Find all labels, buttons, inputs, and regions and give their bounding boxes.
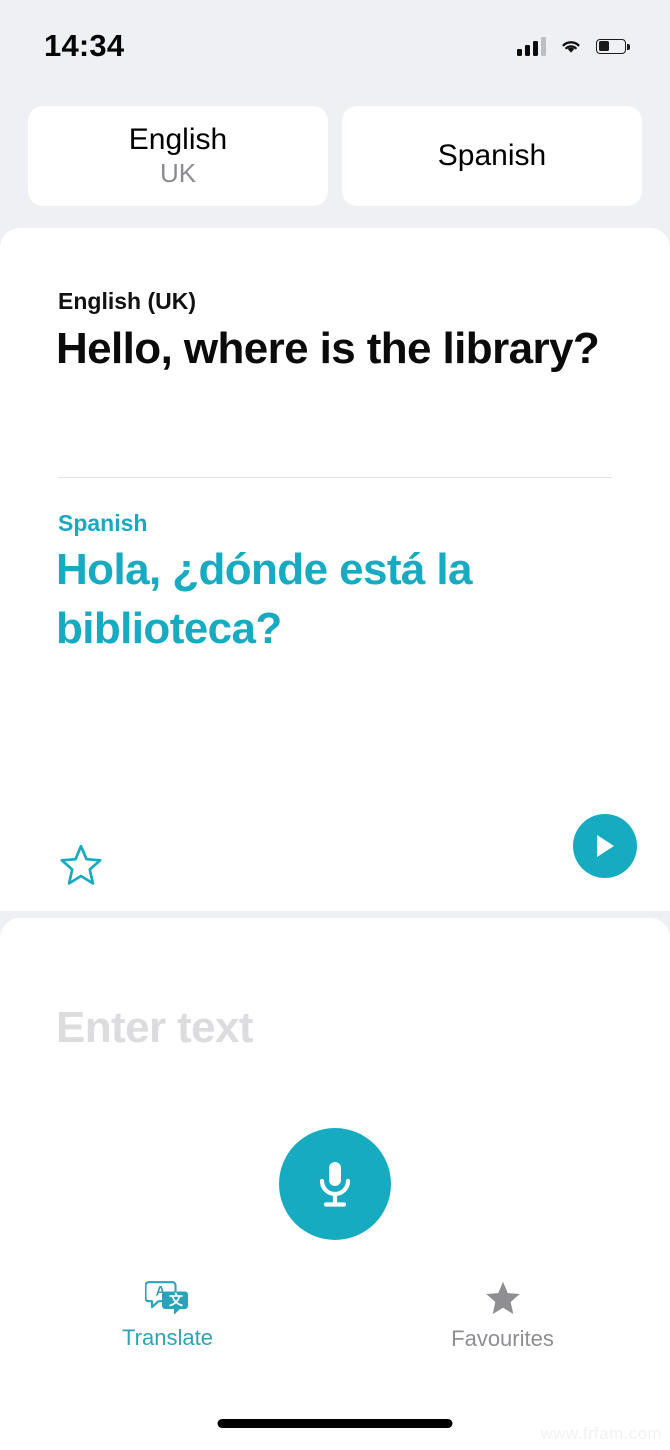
star-filled-icon bbox=[485, 1281, 520, 1315]
translate-bubbles-icon: A 文 bbox=[144, 1281, 188, 1315]
svg-text:文: 文 bbox=[169, 1292, 184, 1308]
home-indicator[interactable] bbox=[217, 1419, 453, 1428]
microphone-icon bbox=[319, 1162, 351, 1207]
source-language-region: UK bbox=[159, 157, 197, 188]
phone-screen: 14:34 English UK Spanish English (UK) He… bbox=[0, 0, 670, 1450]
source-language-button[interactable]: English UK bbox=[28, 106, 328, 206]
watermark: www.frfam.com bbox=[540, 1424, 662, 1443]
tab-bar: A 文 Translate Favourites bbox=[0, 1272, 670, 1372]
microphone-button[interactable] bbox=[279, 1128, 391, 1240]
source-language-name: English bbox=[128, 123, 228, 157]
text-input-card: Enter text A 文 Translate Favourites www.… bbox=[0, 918, 670, 1450]
card-divider bbox=[58, 477, 612, 478]
target-text: Hola, ¿dónde está la biblioteca? bbox=[56, 545, 472, 653]
battery-icon bbox=[596, 38, 630, 54]
status-bar-clock: 14:34 bbox=[44, 28, 125, 63]
play-audio-button[interactable] bbox=[573, 814, 637, 878]
tab-favourites[interactable]: Favourites bbox=[335, 1272, 670, 1372]
source-text: Hello, where is the library? bbox=[56, 324, 600, 373]
language-selector: English UK Spanish bbox=[28, 106, 642, 206]
favourite-button[interactable] bbox=[57, 843, 105, 894]
tab-translate[interactable]: A 文 Translate bbox=[0, 1272, 335, 1372]
play-icon bbox=[597, 835, 614, 857]
status-bar-icons bbox=[517, 36, 630, 56]
target-language-name: Spanish bbox=[437, 139, 547, 173]
status-bar: 14:34 bbox=[0, 0, 670, 86]
source-text-label: English (UK) bbox=[58, 288, 196, 314]
text-input-placeholder[interactable]: Enter text bbox=[56, 1003, 254, 1053]
tab-favourites-label: Favourites bbox=[451, 1326, 554, 1351]
target-language-button[interactable]: Spanish bbox=[342, 106, 642, 206]
translation-card: English (UK) Hello, where is the library… bbox=[0, 228, 670, 911]
target-text-label: Spanish bbox=[58, 510, 148, 536]
star-outline-icon bbox=[60, 844, 102, 885]
tab-translate-label: Translate bbox=[122, 1325, 213, 1350]
signal-bars-icon bbox=[517, 36, 546, 56]
wifi-icon bbox=[559, 37, 583, 55]
